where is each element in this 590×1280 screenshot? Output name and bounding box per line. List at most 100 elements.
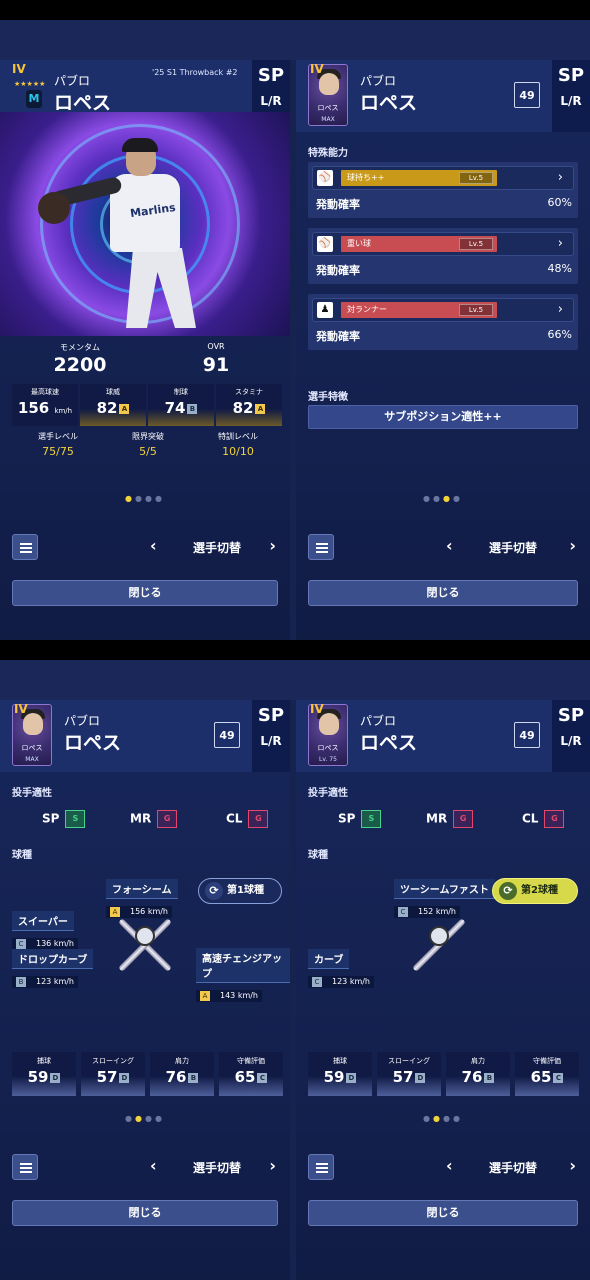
pitch-name: スイーパー (12, 911, 74, 931)
tier-label: IV (12, 62, 26, 76)
pitch-name: ツーシームファスト (394, 879, 495, 899)
pitch-item[interactable]: スイーパー C 136 km/h (12, 910, 79, 950)
top-strip (0, 20, 590, 60)
pitch-item[interactable]: フォーシーム A 156 km/h (106, 878, 178, 918)
ability-row[interactable]: ♟ 対ランナー Lv.5 › (312, 298, 574, 322)
close-button[interactable]: 閉じる (308, 580, 578, 606)
rarity-stars: ★★★★★ (14, 80, 46, 88)
next-player-button[interactable]: › (569, 536, 576, 555)
ovr-value: 91 (202, 354, 230, 376)
pitch-detail: B 123 km/h (12, 976, 79, 988)
position-label: SP (557, 65, 585, 86)
player-card-overview: IV ★★★★★ M パブロ ロペス '25 S1 Throwback #2 S… (0, 60, 290, 640)
grade-badge: B (187, 403, 198, 414)
ability-bar: 対ランナー Lv.5 (341, 302, 497, 318)
close-button[interactable]: 閉じる (12, 1200, 278, 1226)
prev-player-button[interactable]: ‹ (150, 536, 157, 555)
hand-label: L/R (260, 734, 282, 748)
close-button[interactable]: 閉じる (308, 1200, 578, 1226)
player-level-label: 選手レベル (38, 432, 78, 441)
menu-button[interactable] (308, 1154, 334, 1180)
momentum-value: 2200 (53, 354, 107, 376)
pitch-item[interactable]: 高速チェンジアップ A 143 km/h (196, 948, 290, 1002)
stat-control: 制球 74 B (148, 384, 214, 426)
prev-player-button[interactable]: ‹ (446, 1156, 453, 1175)
stat-value: 82 A (216, 399, 282, 417)
ability-row[interactable]: ⚾ 球持ち++ Lv.5 › (312, 166, 574, 190)
aptitude-mr: MR G (130, 810, 178, 828)
player-switch-nav: ‹ 選手切替 › (308, 1154, 578, 1182)
prev-player-button[interactable]: ‹ (446, 536, 453, 555)
stat-label: 最高球速 (31, 388, 59, 396)
refresh-icon: ⟳ (499, 882, 517, 900)
next-player-button[interactable]: › (269, 1156, 276, 1175)
ability-card: ♟ 対ランナー Lv.5 › 発動確率 66% (308, 294, 578, 350)
menu-button[interactable] (12, 534, 38, 560)
close-button[interactable]: 閉じる (12, 580, 278, 606)
pitch-name: フォーシーム (106, 879, 178, 899)
activation-rate-value: 66% (547, 328, 572, 341)
pitch-item[interactable]: ツーシームファスト C 152 km/h (394, 878, 495, 918)
activation-rate-value: 60% (547, 196, 572, 209)
pitcher-aptitude-title: 投手適性 (308, 788, 348, 799)
pitch-type-title: 球種 (308, 850, 328, 861)
activation-rate-label: 発動確率 (316, 198, 360, 211)
pitch-icon: ⚾ (317, 236, 333, 252)
player-image: Marlins (38, 138, 216, 332)
pitch-item[interactable]: カーブ C 123 km/h (308, 948, 375, 988)
ability-row[interactable]: ⚾ 重い球 Lv.5 › (312, 232, 574, 256)
pitch-detail: A 143 km/h (196, 990, 263, 1002)
position-label: SP (557, 705, 585, 726)
pitch-detail: C 123 km/h (308, 976, 375, 988)
stat-value: 74 B (148, 399, 214, 417)
uniform-number: 49 (514, 82, 540, 108)
aptitude-cl: CL G (522, 810, 565, 828)
fielding-catch: 捕球 59 D (308, 1052, 372, 1096)
next-player-button[interactable]: › (269, 536, 276, 555)
fielding-rating: 守備評価 65 C (219, 1052, 283, 1096)
player-card-pitches-2: ロペス Lv. 75 IV パブロ ロペス 49 SP L/R 投手適性 SP S… (296, 700, 590, 1280)
grade-badge: A (255, 403, 266, 414)
training-level-label: 特訓レベル (218, 432, 258, 441)
trait-button[interactable]: サブポジション適性++ (308, 405, 578, 429)
stat-label: 制球 (174, 388, 188, 396)
top-strip (0, 660, 590, 700)
menu-button[interactable] (308, 534, 334, 560)
first-name: パブロ (360, 74, 397, 88)
ability-bar: 球持ち++ Lv.5 (341, 170, 497, 186)
first-name: パブロ (360, 714, 397, 728)
card-header: ロペス MAX IV パブロ ロペス 49 SP L/R (0, 700, 290, 772)
prev-player-button[interactable]: ‹ (150, 1156, 157, 1175)
menu-button[interactable] (12, 1154, 38, 1180)
card-header: ロペス MAX IV パブロ ロペス 49 SP L/R (296, 60, 590, 132)
stat-label: 球威 (106, 388, 120, 396)
main-pitch-badge: ⟳ 第1球種 (198, 878, 282, 904)
fielding-arm: 肩力 76 B (150, 1052, 214, 1096)
hand-label: L/R (560, 734, 582, 748)
stat-power: 球威 82 A (80, 384, 146, 426)
bats-icon (108, 910, 188, 980)
fielding-arm: 肩力 76 B (446, 1052, 510, 1096)
stat-value: 82 A (80, 399, 146, 417)
traits-title: 選手特徴 (308, 392, 348, 403)
uniform-number: 49 (214, 722, 240, 748)
pitch-item[interactable]: ドロップカーブ B 123 km/h (12, 948, 94, 988)
pitcher-aptitude-title: 投手適性 (12, 788, 52, 799)
last-name: ロペス (64, 732, 122, 754)
ability-card: ⚾ 重い球 Lv.5 › 発動確率 48% (308, 228, 578, 284)
pitch-name: カーブ (308, 949, 350, 969)
refresh-icon: ⟳ (205, 882, 223, 900)
stat-stamina: スタミナ 82 A (216, 384, 282, 426)
fielding-throwing: スローイング 57 D (377, 1052, 441, 1096)
stat-label: スタミナ (235, 388, 263, 396)
player-switch-nav: ‹ 選手切替 › (308, 534, 578, 562)
fielding-throwing: スローイング 57 D (81, 1052, 145, 1096)
position-label: SP (257, 705, 285, 726)
aptitude-sp: SP S (338, 810, 382, 828)
first-name: パブロ (54, 74, 91, 88)
next-player-button[interactable]: › (569, 1156, 576, 1175)
uniform-number: 49 (514, 722, 540, 748)
training-level-value: 10/10 (222, 445, 254, 458)
position-label: SP (257, 65, 285, 86)
player-level-value: 75/75 (42, 445, 74, 458)
